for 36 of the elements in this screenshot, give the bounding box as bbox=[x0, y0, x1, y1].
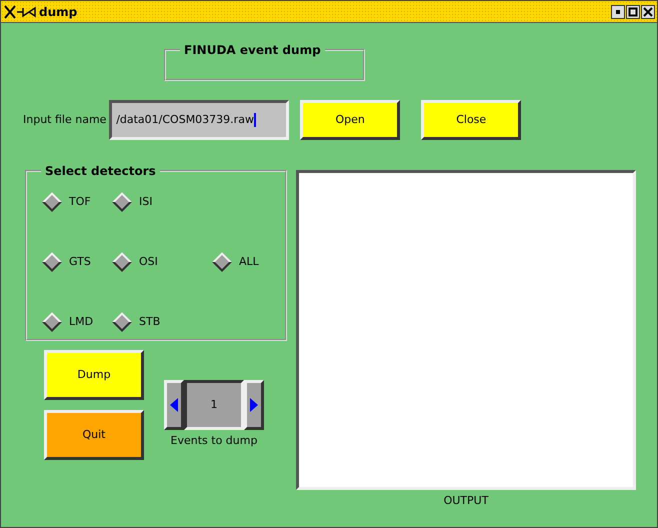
input-label: Input file name bbox=[23, 112, 106, 128]
output-label: OUTPUT bbox=[444, 492, 488, 509]
dump-button[interactable]: Dump bbox=[44, 350, 144, 400]
window-menu-icon[interactable] bbox=[3, 4, 37, 20]
detector-toggle[interactable]: LMD bbox=[41, 311, 111, 333]
input-field[interactable]: /data01/COSM03739.raw bbox=[109, 100, 290, 140]
frame-title: FINUDA event dump bbox=[180, 42, 325, 58]
detector-toggle[interactable]: ISI bbox=[111, 191, 211, 213]
diamond-icon bbox=[111, 251, 133, 273]
diamond-icon bbox=[211, 251, 233, 273]
minimize-button[interactable] bbox=[611, 4, 625, 18]
detector-toggle[interactable]: OSI bbox=[111, 251, 211, 273]
diamond-icon bbox=[111, 191, 133, 213]
open-button[interactable]: Open bbox=[300, 100, 400, 140]
increment-button[interactable] bbox=[244, 380, 264, 430]
left-arrow-icon bbox=[170, 398, 178, 412]
diamond-icon bbox=[111, 311, 133, 333]
maximize-icon bbox=[627, 6, 639, 18]
diamond-icon bbox=[41, 251, 63, 273]
detector-toggle[interactable]: GTS bbox=[41, 251, 111, 273]
close-button[interactable] bbox=[641, 4, 655, 18]
right-arrow-icon bbox=[250, 398, 258, 412]
detector-toggle[interactable]: TOF bbox=[41, 191, 111, 213]
decrement-button[interactable] bbox=[164, 380, 184, 430]
window-title: dump bbox=[39, 4, 78, 20]
quit-button[interactable]: Quit bbox=[44, 410, 144, 460]
text-cursor bbox=[254, 113, 256, 127]
diamond-icon bbox=[41, 311, 63, 333]
close-icon bbox=[642, 6, 654, 18]
spin-label: Events to dump bbox=[170, 432, 258, 449]
maximize-button[interactable] bbox=[626, 4, 640, 18]
spin-value-field[interactable]: 1 bbox=[184, 380, 244, 430]
detector-toggle[interactable]: ALL bbox=[211, 251, 259, 273]
close-button[interactable]: Close bbox=[421, 100, 522, 140]
diamond-icon bbox=[41, 191, 63, 213]
detector-toggle[interactable]: STB bbox=[111, 311, 211, 333]
